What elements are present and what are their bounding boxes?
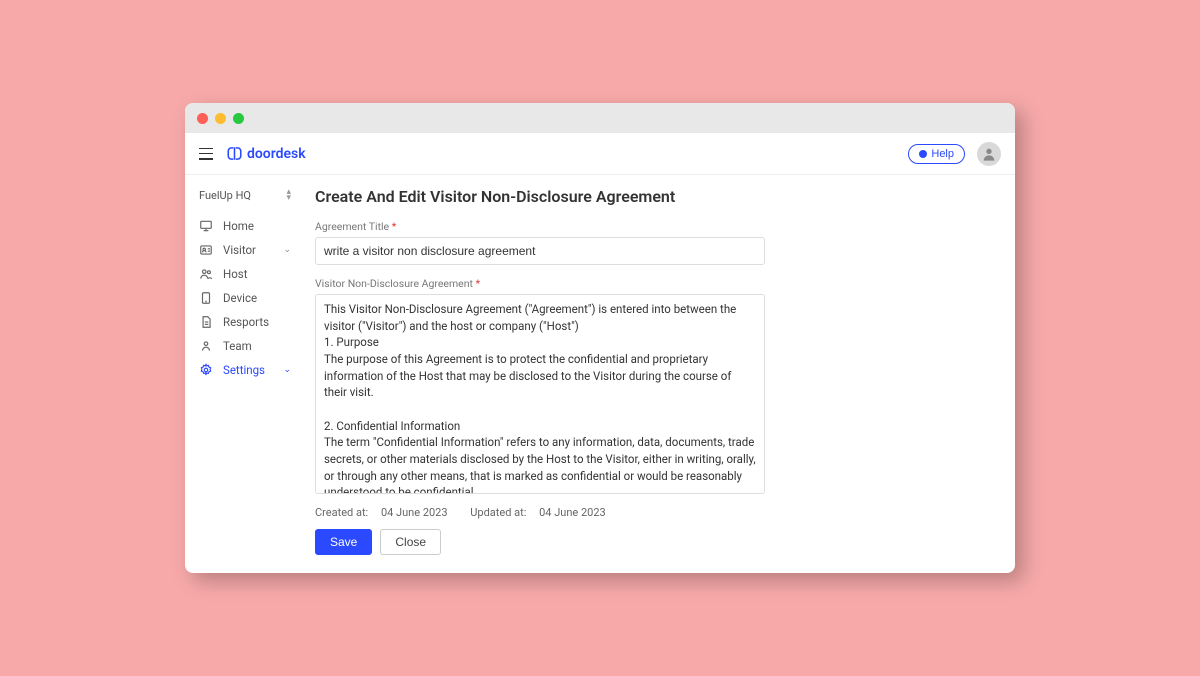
monitor-icon bbox=[199, 219, 213, 233]
person-icon bbox=[199, 339, 213, 353]
sidebar-item-team[interactable]: Team bbox=[193, 334, 297, 358]
agreement-body-label: Visitor Non-Disclosure Agreement * bbox=[315, 277, 995, 290]
help-dot-icon bbox=[919, 150, 927, 158]
window-titlebar bbox=[185, 103, 1015, 133]
topbar-right: Help bbox=[908, 142, 1001, 166]
brand-name: doordesk bbox=[247, 146, 306, 162]
app-window: doordesk Help FuelUp HQ ▴▾ Home bbox=[185, 103, 1015, 573]
user-avatar[interactable] bbox=[977, 142, 1001, 166]
agreement-title-input[interactable] bbox=[315, 237, 765, 265]
help-label: Help bbox=[931, 148, 954, 160]
button-row: Save Close bbox=[315, 529, 995, 555]
sidebar-item-label: Host bbox=[223, 267, 291, 281]
sidebar-item-label: Device bbox=[223, 291, 291, 305]
users-icon bbox=[199, 267, 213, 281]
window-maximize-dot[interactable] bbox=[233, 113, 244, 124]
document-icon bbox=[199, 315, 213, 329]
org-name: FuelUp HQ bbox=[199, 189, 251, 202]
timestamps: Created at: 04 June 2023 Updated at: 04 … bbox=[315, 506, 995, 519]
chevron-down-icon: ⌄ bbox=[283, 365, 291, 375]
chevron-updown-icon: ▴▾ bbox=[286, 190, 291, 201]
org-selector[interactable]: FuelUp HQ ▴▾ bbox=[193, 185, 297, 206]
created-at: Created at: 04 June 2023 bbox=[315, 506, 458, 519]
sidebar-item-settings[interactable]: Settings ⌄ bbox=[193, 358, 297, 382]
sidebar-item-label: Team bbox=[223, 339, 291, 353]
chevron-down-icon: ⌄ bbox=[283, 245, 291, 255]
sidebar-item-label: Visitor bbox=[223, 243, 273, 257]
page-title: Create And Edit Visitor Non-Disclosure A… bbox=[315, 187, 995, 206]
help-button[interactable]: Help bbox=[908, 144, 965, 164]
window-close-dot[interactable] bbox=[197, 113, 208, 124]
updated-at: Updated at: 04 June 2023 bbox=[470, 506, 615, 519]
topbar: doordesk Help bbox=[185, 133, 1015, 175]
sidebar-item-host[interactable]: Host bbox=[193, 262, 297, 286]
sidebar-item-device[interactable]: Device bbox=[193, 286, 297, 310]
agreement-body-textarea[interactable] bbox=[315, 294, 765, 494]
window-minimize-dot[interactable] bbox=[215, 113, 226, 124]
id-card-icon bbox=[199, 243, 213, 257]
sidebar-item-visitor[interactable]: Visitor ⌄ bbox=[193, 238, 297, 262]
sidebar-item-label: Home bbox=[223, 219, 291, 233]
close-button[interactable]: Close bbox=[380, 529, 441, 555]
brand-logo[interactable]: doordesk bbox=[227, 146, 306, 162]
save-button[interactable]: Save bbox=[315, 529, 372, 555]
topbar-left: doordesk bbox=[199, 146, 306, 162]
app-body: FuelUp HQ ▴▾ Home Visitor ⌄ Host Device bbox=[185, 175, 1015, 573]
agreement-title-label: Agreement Title * bbox=[315, 220, 995, 233]
sidebar-item-home[interactable]: Home bbox=[193, 214, 297, 238]
main-content: Create And Edit Visitor Non-Disclosure A… bbox=[305, 175, 1015, 573]
gear-icon bbox=[199, 363, 213, 377]
user-icon bbox=[981, 146, 997, 162]
sidebar-item-reports[interactable]: Resports bbox=[193, 310, 297, 334]
menu-toggle-icon[interactable] bbox=[199, 148, 213, 160]
sidebar-item-label: Resports bbox=[223, 315, 291, 329]
doordesk-logo-icon bbox=[227, 146, 242, 161]
sidebar-item-label: Settings bbox=[223, 363, 273, 377]
tablet-icon bbox=[199, 291, 213, 305]
sidebar: FuelUp HQ ▴▾ Home Visitor ⌄ Host Device bbox=[185, 175, 305, 573]
